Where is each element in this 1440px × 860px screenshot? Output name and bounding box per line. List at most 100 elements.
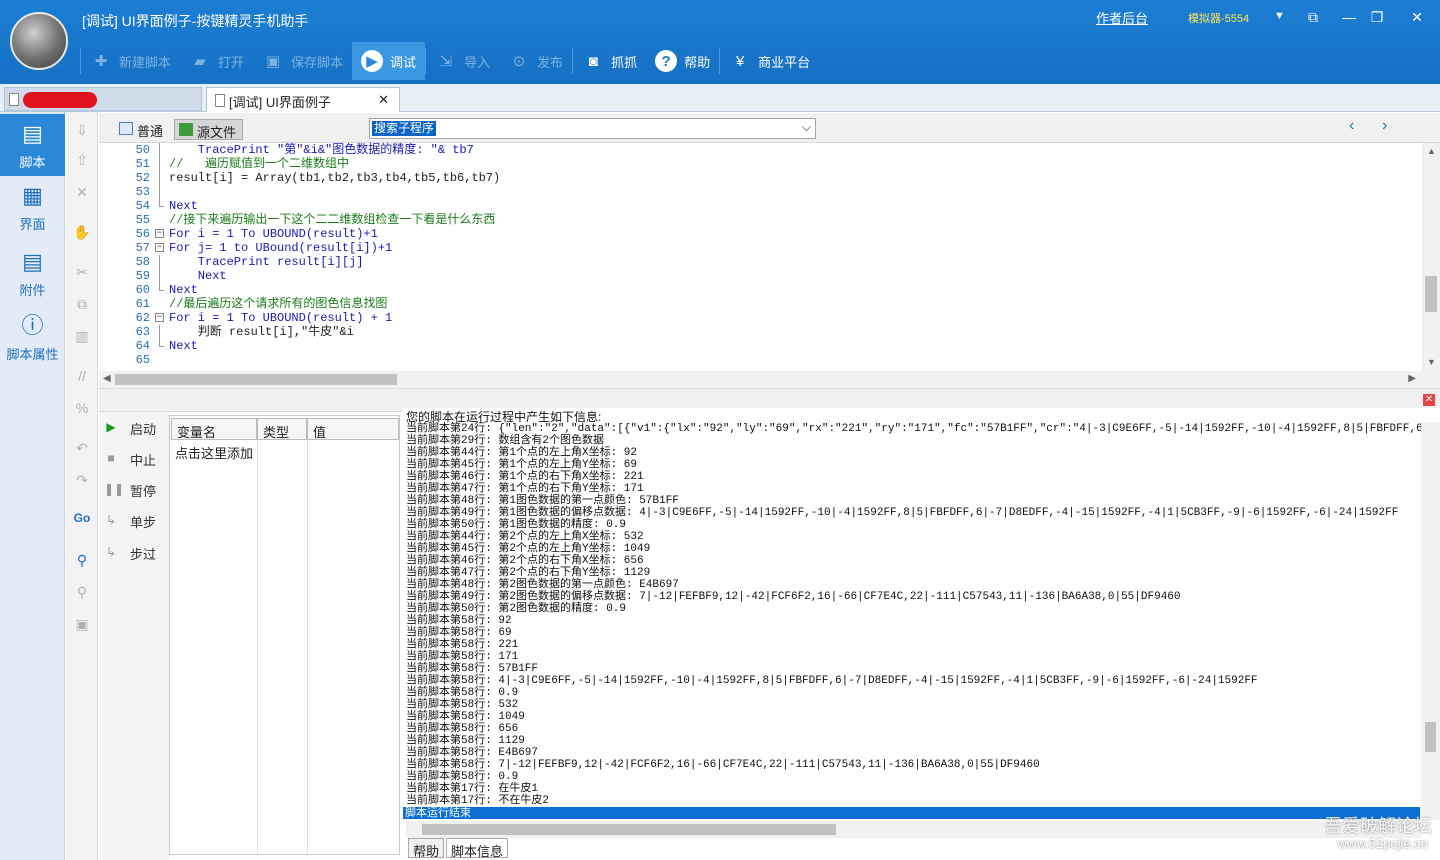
close-output-icon[interactable]: ✕ bbox=[1423, 394, 1435, 406]
tab-close-icon[interactable]: ✕ bbox=[378, 92, 389, 108]
output-line: 当前脚本第58行: 1049 bbox=[406, 711, 525, 723]
debug-button[interactable]: ▶ 调试 bbox=[352, 42, 426, 80]
replace-icon[interactable]: ⚲ bbox=[72, 582, 92, 602]
output-line: 当前脚本第50行: 第1图色数据的精度: 0.9 bbox=[406, 519, 627, 531]
fold-toggle-icon[interactable]: − bbox=[155, 313, 164, 322]
output-log: 您的脚本在运行过程中产生如下信息: 当前脚本第24行: {"len":"2","d… bbox=[406, 411, 1421, 807]
find-icon[interactable]: ⚲ bbox=[72, 550, 92, 570]
subroutine-search-combo[interactable]: 搜索子程序 ⌵ bbox=[369, 118, 816, 139]
column-header-name[interactable]: 变量名 bbox=[171, 418, 257, 440]
code-horizontal-scrollbar[interactable]: ◀ ▶ bbox=[99, 371, 1440, 388]
scroll-thumb[interactable] bbox=[1425, 722, 1436, 752]
prev-icon[interactable]: ‹ bbox=[1349, 117, 1354, 135]
scroll-thumb[interactable] bbox=[115, 374, 397, 385]
copy-icon[interactable]: ⧉ bbox=[72, 294, 92, 314]
sidebar-item-layout[interactable]: ▦ 界面 bbox=[0, 176, 65, 238]
tab-debug-ui-example[interactable]: [调试] UI界面例子 ✕ bbox=[206, 87, 400, 112]
avatar[interactable] bbox=[10, 12, 68, 70]
column-header-type[interactable]: 类型 bbox=[257, 418, 307, 440]
fold-guide bbox=[159, 157, 160, 171]
paste-icon[interactable]: ▥ bbox=[72, 326, 92, 346]
capture-button[interactable]: ◙ 抓抓 bbox=[573, 42, 646, 80]
output-line: 当前脚本第17行: 在牛皮1 bbox=[406, 783, 539, 795]
column-divider bbox=[307, 440, 308, 856]
options-icon[interactable]: ⧉ bbox=[1298, 6, 1328, 28]
hand-icon[interactable]: ✋ bbox=[72, 222, 92, 242]
line-number: 63 bbox=[135, 325, 150, 339]
line-number: 54 bbox=[135, 199, 150, 213]
restore-button[interactable]: ❐ bbox=[1362, 6, 1392, 28]
close-button[interactable]: ✕ bbox=[1402, 6, 1432, 28]
undo-icon[interactable]: ↶ bbox=[72, 438, 92, 458]
add-variable-row[interactable]: 点击这里添加 bbox=[175, 443, 253, 462]
scroll-up-icon[interactable]: ▲ bbox=[1427, 146, 1436, 156]
save-script-button[interactable]: ▣ 保存脚本 bbox=[253, 42, 352, 80]
goto-icon[interactable]: Go bbox=[72, 508, 92, 528]
mode-source-button[interactable]: 源文件 bbox=[174, 119, 244, 140]
mode-normal-button[interactable]: 普通 bbox=[115, 119, 169, 140]
publish-button[interactable]: ⊙ 发布 bbox=[499, 42, 572, 80]
line-number: 56 bbox=[135, 227, 150, 241]
line-number: 61 bbox=[135, 297, 150, 311]
sidebar-item-script[interactable]: ▤ 脚本 bbox=[0, 114, 65, 176]
normal-view-icon bbox=[119, 122, 133, 135]
title-bar: [调试] UI界面例子-按键精灵手机助手 作者后台 模拟器-5554 ▼ ⧉ —… bbox=[0, 0, 1440, 84]
output-line: 当前脚本第45行: 第2个点的左上角Y坐标: 1049 bbox=[406, 543, 651, 555]
left-sidebar: ▤ 脚本 ▦ 界面 ▤ 附件 ⓘ 脚本属性 bbox=[0, 112, 65, 860]
line-number: 64 bbox=[135, 339, 150, 353]
output-line: 当前脚本第58行: 69 bbox=[406, 627, 512, 639]
scroll-down-icon[interactable]: ▼ bbox=[1427, 357, 1436, 367]
code-text: For i = 1 To UBOUND(result)+1 bbox=[169, 227, 378, 241]
import-button[interactable]: ⇲ 导入 bbox=[426, 42, 499, 80]
uncomment-icon[interactable]: % bbox=[72, 398, 92, 418]
output-line: 当前脚本第49行: 第2图色数据的偏移点数据: 7|-12|FEFBF9,12|… bbox=[406, 591, 1181, 603]
minimize-button[interactable]: — bbox=[1334, 6, 1364, 28]
step-over-icon: ↳ bbox=[105, 545, 117, 559]
delete-icon[interactable]: ✕ bbox=[72, 182, 92, 202]
layout-icon: ▦ bbox=[22, 183, 43, 208]
sidebar-item-attachment[interactable]: ▤ 附件 bbox=[0, 242, 65, 304]
tab-redacted[interactable] bbox=[4, 87, 202, 111]
emulator-dropdown-icon[interactable]: ▼ bbox=[1274, 10, 1285, 22]
fold-toggle-icon[interactable]: − bbox=[155, 229, 164, 238]
fold-toggle-icon[interactable]: − bbox=[155, 243, 164, 252]
code-editor[interactable]: 50 TracePrint "第"&i&"图色数据的精度: "& tb7 51 //… bbox=[99, 143, 1422, 371]
output-line: 当前脚本第44行: 第1个点的左上角X坐标: 92 bbox=[406, 447, 638, 459]
redo-icon[interactable]: ↷ bbox=[72, 470, 92, 490]
scroll-thumb[interactable] bbox=[422, 824, 836, 835]
settings-icon[interactable]: ▣ bbox=[72, 614, 92, 634]
output-line: 当前脚本第46行: 第2个点的右下角X坐标: 656 bbox=[406, 555, 644, 567]
mode-normal-label: 普通 bbox=[137, 124, 164, 139]
help-button[interactable]: ? 帮助 bbox=[646, 42, 719, 80]
line-number: 52 bbox=[135, 171, 150, 185]
output-panel: 您的脚本在运行过程中产生如下信息: 当前脚本第24行: {"len":"2","d… bbox=[402, 408, 1440, 860]
tab-help[interactable]: 帮助 bbox=[408, 838, 445, 859]
output-horizontal-scrollbar[interactable] bbox=[406, 821, 1421, 838]
next-icon[interactable]: › bbox=[1382, 117, 1387, 135]
move-down-icon[interactable]: ⇩ bbox=[72, 120, 92, 140]
move-up-icon[interactable]: ⇧ bbox=[72, 150, 92, 170]
cut-icon[interactable]: ✂ bbox=[72, 262, 92, 282]
output-vertical-scrollbar[interactable] bbox=[1421, 422, 1440, 820]
scroll-thumb[interactable] bbox=[1425, 276, 1437, 312]
column-header-value[interactable]: 值 bbox=[307, 418, 399, 440]
open-button[interactable]: ▰ 打开 bbox=[180, 42, 253, 80]
output-line: 当前脚本第44行: 第2个点的左上角X坐标: 532 bbox=[406, 531, 644, 543]
comment-icon[interactable]: // bbox=[72, 366, 92, 386]
script-icon: ▤ bbox=[22, 121, 43, 146]
sidebar-item-script-properties[interactable]: ⓘ 脚本属性 bbox=[0, 306, 65, 368]
output-end-line: 脚本运行结束 bbox=[403, 807, 1420, 819]
output-line: 当前脚本第58行: 7|-12|FEFBF9,12|-42|FCF6F2,16|… bbox=[406, 759, 1040, 771]
scroll-left-icon[interactable]: ◀ bbox=[103, 373, 111, 384]
business-platform-button[interactable]: ¥ 商业平台 bbox=[720, 42, 819, 80]
output-line: 当前脚本第49行: 第1图色数据的偏移点数据: 4|-3|C9E6FF,-5|-… bbox=[406, 507, 1399, 519]
tab-script-info[interactable]: 脚本信息 bbox=[446, 838, 509, 859]
code-vertical-scrollbar[interactable]: ▲ ▼ bbox=[1422, 143, 1440, 371]
sidebar-item-label: 脚本属性 bbox=[6, 347, 59, 362]
scroll-right-icon[interactable]: ▶ bbox=[1408, 373, 1416, 384]
line-number: 60 bbox=[135, 283, 150, 297]
author-admin-link[interactable]: 作者后台 bbox=[1096, 8, 1148, 27]
help-icon: ? bbox=[655, 50, 678, 72]
new-script-button[interactable]: ✚ 新建脚本 bbox=[81, 42, 180, 80]
output-line: 当前脚本第58行: 4|-3|C9E6FF,-5|-14|1592FF,-10|… bbox=[406, 675, 1258, 687]
